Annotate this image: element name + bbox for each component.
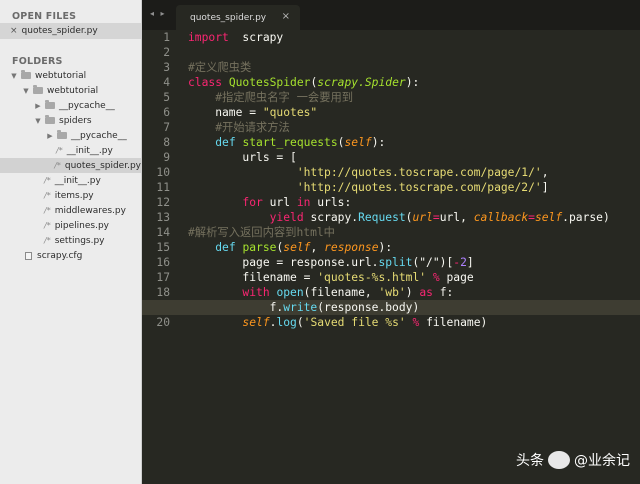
chevron-right-icon[interactable]: ▶: [34, 102, 42, 110]
code-line: yield scrapy.Request(url=url, callback=s…: [269, 211, 610, 224]
line-number: 1: [163, 31, 170, 44]
line-number: 6: [163, 106, 170, 119]
tree-folder[interactable]: ▼ webtutorial: [0, 83, 141, 98]
line-number: 15: [156, 241, 170, 254]
folder-icon: [45, 100, 55, 109]
tree-item-label: __init__.py: [54, 175, 101, 186]
chevron-right-icon[interactable]: ▶: [46, 132, 54, 140]
line-number: 9: [163, 151, 170, 164]
tree-folder[interactable]: ▼ spiders: [0, 113, 141, 128]
tree-folder[interactable]: ▼ webtutorial: [0, 68, 141, 83]
tree-item-label: webtutorial: [35, 70, 87, 81]
line-number: 8: [163, 136, 170, 149]
open-file-label: quotes_spider.py: [21, 26, 98, 36]
code-file-icon: /*: [44, 176, 51, 185]
close-icon[interactable]: ×: [10, 26, 18, 36]
tab-quotes-spider[interactable]: quotes_spider.py ×: [176, 5, 300, 30]
tree-item-label: __pycache__: [71, 130, 127, 141]
open-file-item[interactable]: × quotes_spider.py: [0, 23, 141, 39]
folder-icon: [45, 115, 55, 124]
tab-bar: ◂ ▸ quotes_spider.py ×: [142, 0, 640, 30]
chevron-down-icon[interactable]: ▼: [22, 87, 30, 95]
code-line: class QuotesSpider(scrapy.Spider):: [188, 76, 420, 89]
sidebar: OPEN FILES × quotes_spider.py FOLDERS ▼ w…: [0, 0, 142, 484]
code-line: self.log('Saved file %s' % filename): [242, 316, 488, 329]
tree-file[interactable]: /* quotes_spider.py: [0, 158, 141, 173]
code-line: 'http://quotes.toscrape.com/page/1/',: [296, 166, 549, 179]
line-number: 10: [156, 166, 170, 179]
code-line: #解析写入返回内容到html中: [188, 226, 335, 239]
code-line: def start_requests(self):: [215, 136, 386, 149]
tree-file[interactable]: /* __init__.py: [0, 143, 141, 158]
code-line: urls = [: [188, 151, 297, 164]
code-file-icon: /*: [44, 191, 51, 200]
tree-file[interactable]: /* settings.py: [0, 233, 141, 248]
code-file-icon: /*: [44, 221, 51, 230]
tree-folder[interactable]: ▶ __pycache__: [0, 128, 141, 143]
tree-item-label: __pycache__: [59, 100, 115, 111]
tree-file[interactable]: /* items.py: [0, 188, 141, 203]
folder-icon: [57, 130, 67, 139]
line-number: 13: [156, 211, 170, 224]
line-number: 3: [163, 61, 170, 74]
line-number: 18: [156, 286, 170, 299]
folder-icon: [21, 70, 31, 79]
code-editor[interactable]: 1234567891011121314151617181920 import s…: [142, 30, 640, 484]
watermark-right: @业余记: [574, 453, 630, 469]
line-number: 4: [163, 76, 170, 89]
chevron-down-icon[interactable]: ▼: [10, 72, 18, 80]
tree-item-label: middlewares.py: [54, 205, 126, 216]
watermark-logo-icon: [548, 451, 570, 469]
code-line: def parse(self, response):: [215, 241, 393, 254]
line-number: 5: [163, 91, 170, 104]
tree-item-label: spiders: [59, 115, 92, 126]
code-line: page = response.url.split("/")[-2]: [188, 256, 474, 269]
tree-item-label: webtutorial: [47, 85, 99, 96]
code-file-icon: /*: [54, 161, 61, 170]
line-number: 14: [156, 226, 170, 239]
code-line: #定义爬虫类: [188, 61, 252, 74]
tree-file[interactable]: /* __init__.py: [0, 173, 141, 188]
code-line: #开始请求方法: [215, 121, 290, 134]
watermark: 头条 @业余记: [516, 450, 630, 470]
tree-folder[interactable]: ▶ __pycache__: [0, 98, 141, 113]
code-line: for url in urls:: [242, 196, 352, 209]
tab-label: quotes_spider.py: [190, 12, 267, 23]
chevron-down-icon[interactable]: ▼: [34, 117, 42, 125]
code-line: with open(filename, 'wb') as f:: [242, 286, 454, 299]
code-line: 'http://quotes.toscrape.com/page/2/']: [296, 181, 549, 194]
code-file-icon: /*: [56, 146, 63, 155]
tree-item-label: scrapy.cfg: [37, 250, 83, 261]
line-number: 11: [156, 181, 170, 194]
tab-close-icon[interactable]: ×: [282, 11, 290, 22]
code-line: f.write(response.body): [142, 300, 640, 315]
tree-item-label: pipelines.py: [54, 220, 109, 231]
folder-icon: [33, 85, 43, 94]
line-number: 16: [156, 256, 170, 269]
code-line: name = "quotes": [188, 106, 318, 119]
line-number: 2: [163, 46, 170, 59]
line-number: 20: [156, 316, 170, 329]
tree-item-label: quotes_spider.py: [64, 160, 141, 171]
code-line: #指定爬虫名字 一会要用到: [215, 91, 354, 104]
tree-file[interactable]: /* middlewares.py: [0, 203, 141, 218]
open-files-heading: OPEN FILES: [12, 11, 77, 22]
watermark-left: 头条: [516, 453, 544, 469]
document-icon: [25, 251, 32, 260]
code-file-icon: /*: [44, 206, 51, 215]
tree-file[interactable]: /* pipelines.py: [0, 218, 141, 233]
tree-item-label: items.py: [54, 190, 94, 201]
line-number: 17: [156, 271, 170, 284]
tree-file[interactable]: scrapy.cfg: [0, 248, 141, 263]
tree-item-label: settings.py: [54, 235, 105, 246]
code-line: filename = 'quotes-%s.html' % page: [188, 271, 474, 284]
line-number: 12: [156, 196, 170, 209]
line-number: 7: [163, 121, 170, 134]
tree-item-label: __init__.py: [66, 145, 113, 156]
tab-nav-arrows-icon[interactable]: ◂ ▸: [150, 9, 167, 18]
code-line: import scrapy: [188, 31, 284, 44]
code-file-icon: /*: [44, 236, 51, 245]
folders-heading: FOLDERS: [12, 56, 63, 67]
